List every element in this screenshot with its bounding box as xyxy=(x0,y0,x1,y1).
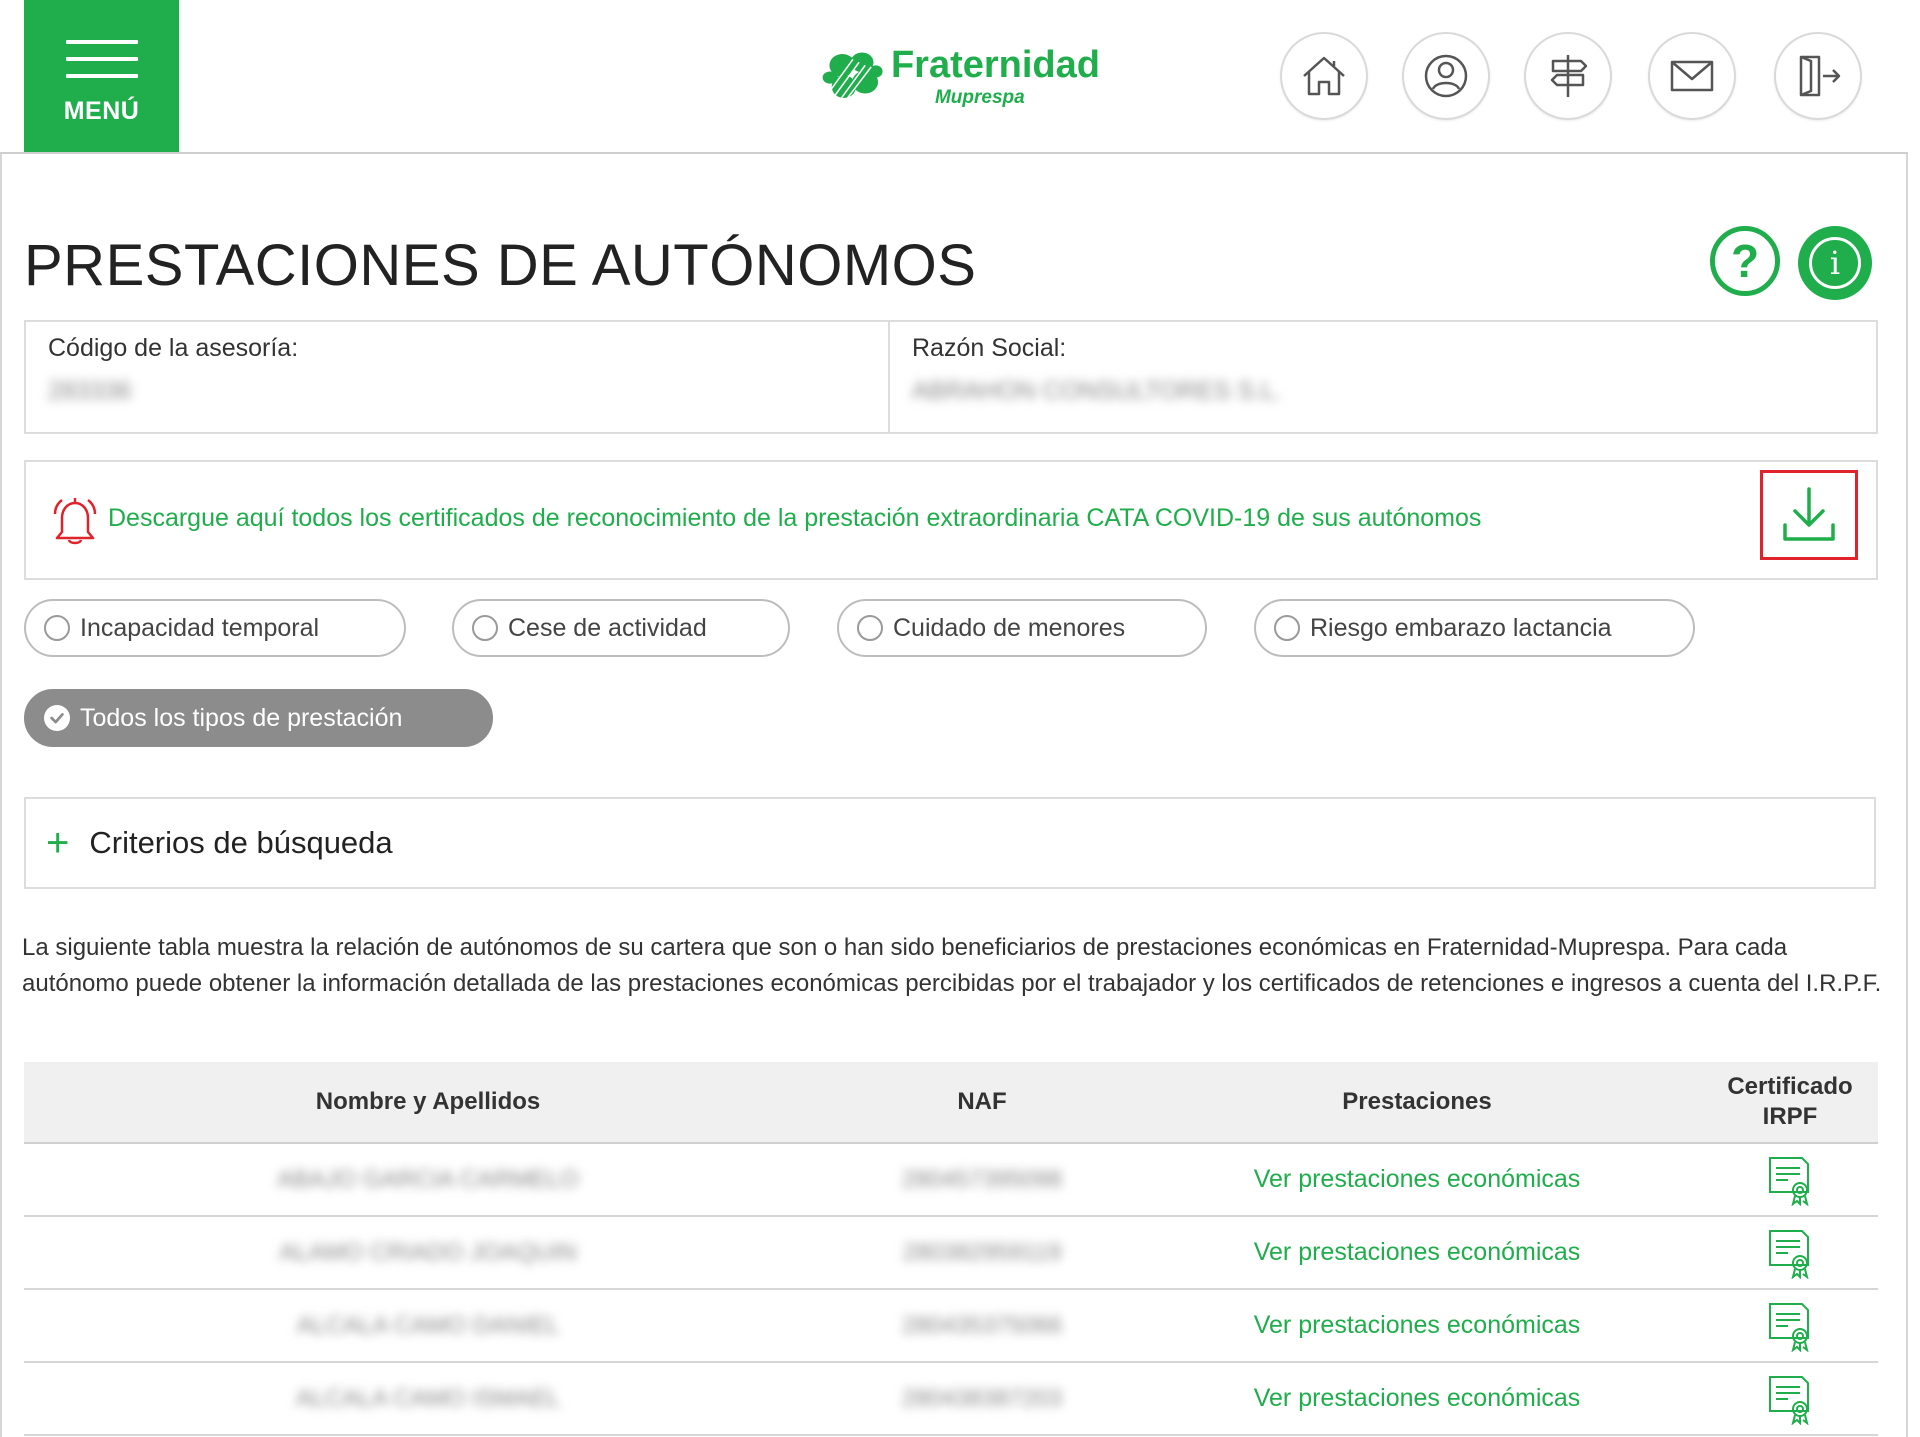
table-row: ALCALA CAMO ISMAEL 280438387203 Ver pres… xyxy=(24,1363,1878,1436)
filter-incapacidad-temporal[interactable]: Incapacidad temporal xyxy=(24,599,406,657)
check-icon[interactable] xyxy=(44,705,70,731)
advisory-code-value: 283336 xyxy=(48,377,132,405)
info-icon[interactable]: i xyxy=(1798,226,1872,300)
radio-button[interactable] xyxy=(44,615,70,641)
bell-icon xyxy=(53,498,97,545)
directions-button[interactable] xyxy=(1524,32,1612,120)
hamburger-icon xyxy=(65,40,138,91)
radio-button[interactable] xyxy=(857,615,883,641)
irpf-certificate-icon[interactable] xyxy=(1764,1373,1816,1425)
view-benefits-link[interactable]: Ver prestaciones económicas xyxy=(1254,1238,1581,1266)
autonomo-name: ABAJO GARCIA CARMELO xyxy=(277,1165,579,1193)
filter-cese-actividad[interactable]: Cese de actividad xyxy=(452,599,790,657)
search-criteria-toggle[interactable]: + Criterios de búsqueda xyxy=(24,797,1876,889)
view-benefits-link[interactable]: Ver prestaciones económicas xyxy=(1254,1165,1581,1193)
menu-label: MENÚ xyxy=(63,97,140,125)
filter-label: Cese de actividad xyxy=(508,613,707,642)
logo-name: Fraternidad xyxy=(890,43,1100,86)
company-name-cell: Razón Social: ABRAHON CONSULTORES S.L. xyxy=(890,322,1876,432)
view-benefits-link[interactable]: Ver prestaciones económicas xyxy=(1254,1311,1581,1339)
table-row: ABAJO GARCIA CARMELO 280457395098 Ver pr… xyxy=(24,1144,1878,1217)
signpost-icon xyxy=(1550,55,1588,97)
advisory-code-label: Código de la asesoría: xyxy=(48,334,299,362)
page-title: PRESTACIONES DE AUTÓNOMOS xyxy=(24,233,977,298)
logout-icon xyxy=(1799,55,1841,97)
logout-button[interactable] xyxy=(1774,32,1862,120)
autonomo-name: ALCALA CAMO DANIEL xyxy=(296,1311,560,1339)
autonomo-naf: 280382959119 xyxy=(902,1238,1062,1266)
mail-button[interactable] xyxy=(1648,32,1736,120)
filter-todos-tipos[interactable]: Todos los tipos de prestación xyxy=(24,689,493,747)
filter-riesgo-embarazo[interactable]: Riesgo embarazo lactancia xyxy=(1254,599,1695,657)
filter-label: Todos los tipos de prestación xyxy=(80,703,403,732)
autonomo-naf: 280435375066 xyxy=(901,1311,1063,1339)
company-name-label: Razón Social: xyxy=(912,334,1067,362)
filter-label: Riesgo embarazo lactancia xyxy=(1310,613,1612,642)
table-header: Nombre y Apellidos NAF Prestaciones Cert… xyxy=(24,1062,1878,1144)
column-header-name: Nombre y Apellidos xyxy=(315,1088,541,1115)
covid-certificates-alert: Descargue aquí todos los certificados de… xyxy=(24,460,1878,580)
help-glyph: ? xyxy=(1730,235,1760,287)
plus-icon: + xyxy=(46,821,70,865)
column-header-naf: NAF xyxy=(957,1088,1007,1115)
filter-label: Cuidado de menores xyxy=(893,613,1126,642)
home-button[interactable] xyxy=(1280,32,1368,120)
company-name-value: ABRAHON CONSULTORES S.L. xyxy=(912,377,1282,405)
mail-icon xyxy=(1670,60,1714,92)
column-header-prestaciones: Prestaciones xyxy=(1342,1088,1492,1115)
irpf-certificate-icon[interactable] xyxy=(1764,1154,1816,1206)
logo[interactable]: Fraternidad Muprespa xyxy=(815,36,1100,116)
advisory-code-cell: Código de la asesoría: 283336 xyxy=(26,322,890,432)
download-icon xyxy=(1783,487,1835,541)
fraternidad-logo-icon xyxy=(822,52,883,100)
header: MENÚ Fraternidad Muprespa xyxy=(0,0,1908,154)
table-row: ALCALA CAMO DANIEL 280435375066 Ver pres… xyxy=(24,1290,1878,1363)
radio-button[interactable] xyxy=(472,615,498,641)
alert-link[interactable]: Descargue aquí todos los certificados de… xyxy=(108,504,1481,533)
irpf-certificate-icon[interactable] xyxy=(1764,1300,1816,1352)
help-icon[interactable]: ? xyxy=(1710,226,1780,296)
beneficiaries-table: Nombre y Apellidos NAF Prestaciones Cert… xyxy=(24,1062,1878,1436)
autonomo-naf: 280438387203 xyxy=(901,1384,1063,1412)
column-header-certificado: Certificado IRPF xyxy=(1727,1073,1853,1130)
filter-cuidado-menores[interactable]: Cuidado de menores xyxy=(837,599,1207,657)
logo-subtitle: Muprespa xyxy=(934,86,1025,108)
profile-button[interactable] xyxy=(1402,32,1490,120)
info-glyph: i xyxy=(1809,237,1861,289)
home-icon xyxy=(1303,56,1345,96)
radio-button[interactable] xyxy=(1274,615,1300,641)
irpf-certificate-icon[interactable] xyxy=(1764,1227,1816,1279)
user-icon xyxy=(1424,54,1468,98)
search-criteria-label: Criterios de búsqueda xyxy=(89,825,393,860)
download-certificates-button[interactable] xyxy=(1760,470,1858,560)
company-info: Código de la asesoría: 283336 Razón Soci… xyxy=(24,320,1878,434)
filter-label: Incapacidad temporal xyxy=(80,613,320,642)
table-row: ALAMO CRIADO JOAQUIN 280382959119 Ver pr… xyxy=(24,1217,1878,1290)
autonomo-name: ALAMO CRIADO JOAQUIN xyxy=(279,1238,577,1266)
autonomo-naf: 280457395098 xyxy=(901,1165,1063,1193)
view-benefits-link[interactable]: Ver prestaciones económicas xyxy=(1254,1384,1581,1412)
menu-button[interactable]: MENÚ xyxy=(24,0,179,152)
autonomo-name: ALCALA CAMO ISMAEL xyxy=(295,1384,561,1412)
table-description: La siguiente tabla muestra la relación d… xyxy=(22,934,1882,997)
